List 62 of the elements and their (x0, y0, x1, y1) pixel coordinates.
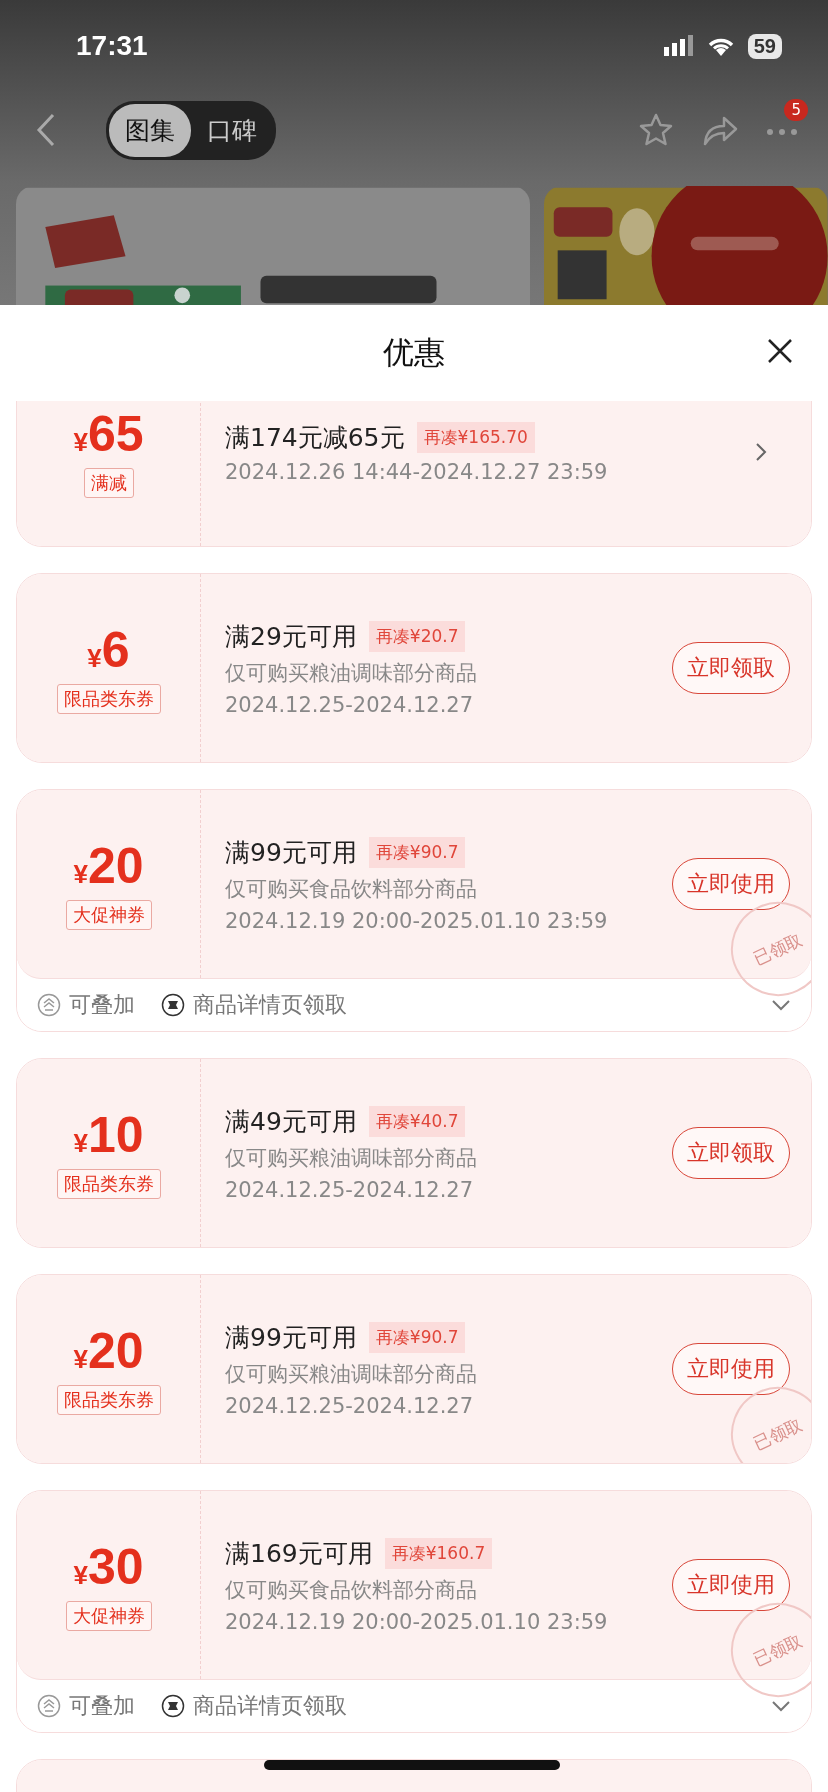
more-icon[interactable] (766, 127, 798, 136)
sheet-title: 优惠 (383, 333, 445, 372)
status-time: 17:31 (76, 30, 148, 62)
coupon-action-button[interactable]: 立即使用 (672, 1343, 790, 1395)
coupon-action-button[interactable]: 立即使用 (672, 1559, 790, 1611)
stack-icon (37, 993, 61, 1017)
coupon-type-tag: 满减 (83, 467, 134, 498)
back-icon[interactable] (36, 113, 56, 147)
star-icon[interactable] (638, 112, 674, 148)
coupon-amount: ¥6 (87, 622, 130, 678)
stackable-label: 可叠加 (69, 991, 135, 1019)
remaining-amount-tag: 再凑¥90.7 (368, 1321, 466, 1353)
claim-source-label: 商品详情页领取 (193, 1692, 347, 1720)
claim-source-label: 商品详情页领取 (193, 991, 347, 1019)
coupon-scope: 仅可购买粮油调味部分商品 (225, 1144, 478, 1172)
coupon-action-button[interactable]: 立即使用 (672, 858, 790, 910)
coupon-action-button[interactable]: 立即领取 (672, 642, 790, 694)
ticket-icon (161, 1694, 185, 1718)
coupon-type-tag: 大促神券 (65, 1600, 152, 1631)
remaining-amount-tag: 再凑¥20.7 (368, 620, 466, 652)
coupon-scope: 仅可购买食品饮料部分商品 (225, 1576, 478, 1604)
chevron-down-icon[interactable] (771, 1700, 791, 1712)
coupon-scope: 仅可购买粮油调味部分商品 (225, 1360, 478, 1388)
signal-icon (663, 35, 694, 57)
coupon-condition: 满49元可用 (225, 1105, 357, 1138)
remaining-amount-tag: 再凑¥90.7 (368, 836, 466, 868)
coupon-scope: 仅可购买食品饮料部分商品 (225, 875, 478, 903)
remaining-amount-tag: 再凑¥40.7 (368, 1105, 466, 1137)
coupon-type-tag: 大促神券 (65, 899, 152, 930)
chevron-down-icon[interactable] (771, 999, 791, 1011)
segment-tab[interactable]: 口碑 (191, 103, 273, 157)
notification-badge: 5 (784, 98, 808, 121)
coupon-condition: 满29元可用 (225, 620, 357, 653)
coupon-amount: ¥20 (73, 838, 144, 894)
coupon-amount: ¥30 (73, 1539, 144, 1595)
coupon-type-tag: 限品类东券 (56, 1384, 161, 1415)
share-icon[interactable] (702, 114, 738, 146)
battery-level: 59 (747, 33, 782, 59)
coupon-type-tag: 限品类东券 (56, 683, 161, 714)
coupon-scope: 仅可购买粮油调味部分商品 (225, 659, 478, 687)
stackable-label: 可叠加 (69, 1692, 135, 1720)
coupon-condition: 满169元可用 (225, 1537, 373, 1570)
validity-dates: 2024.12.19 20:00-2025.01.10 23:59 (225, 1609, 609, 1634)
remaining-amount-tag: 再凑¥160.7 (384, 1537, 493, 1569)
stack-icon (37, 1694, 61, 1718)
validity-dates: 2024.12.26 14:44-2024.12.27 23:59 (225, 459, 609, 484)
ticket-icon (161, 993, 185, 1017)
segment-tab[interactable]: 图集 (109, 103, 191, 157)
coupon-amount: ¥20 (73, 1323, 144, 1379)
coupon-type-tag: 限品类东券 (56, 1168, 161, 1199)
coupon-action-button[interactable]: 立即领取 (672, 1127, 790, 1179)
coupon-amount: ¥65 (73, 406, 144, 462)
validity-dates: 2024.12.25-2024.12.27 (225, 692, 475, 717)
remaining-amount-tag: 再凑¥165.70 (416, 421, 535, 453)
coupon-condition: 满99元可用 (225, 1321, 357, 1354)
validity-dates: 2024.12.25-2024.12.27 (225, 1393, 475, 1418)
chevron-right-icon[interactable] (755, 442, 767, 462)
coupon-condition: 满99元可用 (225, 836, 357, 869)
coupon-amount: ¥10 (73, 1107, 144, 1163)
coupon-condition: 满174元减65元 (225, 421, 405, 454)
validity-dates: 2024.12.19 20:00-2025.01.10 23:59 (225, 908, 609, 933)
validity-dates: 2024.12.25-2024.12.27 (225, 1177, 475, 1202)
